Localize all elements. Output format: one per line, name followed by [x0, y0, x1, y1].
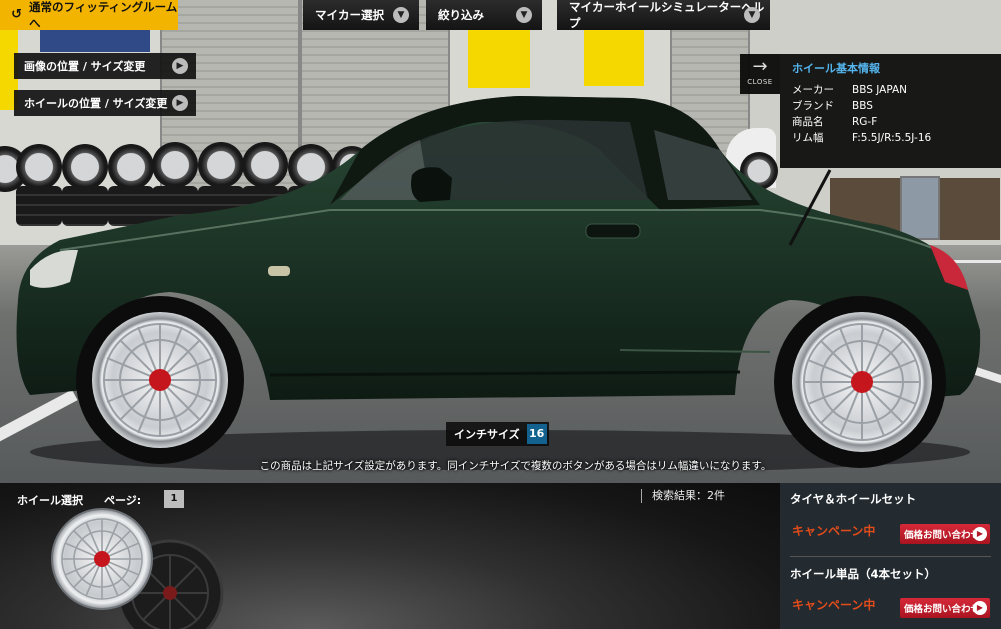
- info-key: 商品名: [792, 116, 824, 128]
- wheel-select-area: ホイール選択 ページ: 1 検索結果：2件: [0, 483, 780, 629]
- chevron-down-icon: ▼: [744, 7, 760, 23]
- chevron-down-icon: ▼: [516, 7, 532, 23]
- set-title: タイヤ＆ホイールセット: [790, 492, 917, 506]
- single-price-inquiry-button[interactable]: 価格お問い合わせ ▶: [900, 598, 990, 618]
- info-key: メーカー: [792, 84, 834, 96]
- size-notice: この商品は上記サイズ設定があります。同インチサイズで複数のボタンがある場合はリム…: [259, 460, 772, 472]
- background-sign: [468, 22, 530, 88]
- wheel-info-panel: ホイール基本情報 メーカー BBS JAPAN ブランド BBS 商品名 RG-…: [780, 54, 1001, 168]
- info-close-button[interactable]: → CLOSE: [740, 54, 780, 94]
- single-price-inquiry-label: 価格お問い合わせ: [904, 604, 981, 615]
- fitting-room-label: 通常のフィッティングルームへ: [29, 0, 178, 30]
- divider: [790, 556, 991, 557]
- fitting-room-button[interactable]: ↺ 通常のフィッティングルームへ: [0, 0, 178, 30]
- chevron-down-icon: ▼: [393, 7, 409, 23]
- search-results-count: 検索結果：2件: [641, 489, 725, 503]
- tire-wheel-set-section: タイヤ＆ホイールセット キャンペーン中 価格お問い合わせ ▶: [790, 491, 991, 544]
- info-row-maker: メーカー BBS JAPAN: [792, 82, 989, 98]
- info-value: F:5.5J/R:5.5J-16: [852, 132, 932, 144]
- single-campaign: キャンペーン中: [792, 598, 876, 612]
- wheel-position-label: ホイールの位置 / サイズ変更: [24, 97, 168, 110]
- inch-size-button[interactable]: 16: [526, 424, 547, 444]
- chevron-right-icon: ▶: [973, 601, 987, 615]
- inch-size-label: インチサイズ: [454, 428, 520, 441]
- info-value: BBS JAPAN: [852, 84, 908, 96]
- wheel-single-section: ホイール単品（4本セット） キャンペーン中 価格お問い合わせ ▶: [790, 566, 991, 618]
- filter-button[interactable]: 絞り込み ▼: [426, 0, 542, 30]
- wheel-select-label: ホイール選択: [17, 494, 83, 507]
- page-label: ページ:: [104, 494, 142, 507]
- wheel-info-title: ホイール基本情報: [792, 62, 880, 75]
- filter-label: 絞り込み: [438, 8, 484, 22]
- arrow-right-icon: →: [752, 56, 768, 77]
- single-title: ホイール単品（4本セット）: [790, 567, 937, 581]
- my-car-select-label: マイカー選択: [315, 8, 384, 22]
- info-key: リム幅: [792, 132, 824, 144]
- image-position-button[interactable]: 画像の位置 / サイズ変更 ▶: [14, 53, 196, 79]
- info-row-product: 商品名 RG-F: [792, 114, 989, 130]
- help-label: マイカーホイールシミュレーターヘルプ: [569, 0, 765, 30]
- wheel-position-button[interactable]: ホイールの位置 / サイズ変更 ▶: [14, 90, 196, 116]
- set-price-inquiry-button[interactable]: 価格お問い合わせ ▶: [900, 524, 990, 544]
- help-button[interactable]: マイカーホイールシミュレーターヘルプ ▼: [557, 0, 770, 30]
- info-value: BBS: [852, 100, 873, 112]
- info-value: RG-F: [852, 116, 878, 128]
- my-car-select-button[interactable]: マイカー選択 ▼: [303, 0, 419, 30]
- chevron-right-icon: ▶: [172, 95, 188, 111]
- image-position-label: 画像の位置 / サイズ変更: [24, 60, 146, 73]
- close-label: CLOSE: [747, 78, 773, 86]
- price-panel: タイヤ＆ホイールセット キャンペーン中 価格お問い合わせ ▶ ホイール単品（4本…: [780, 483, 1001, 629]
- inch-size-selector: インチサイズ 16: [446, 422, 549, 446]
- set-price-inquiry-label: 価格お問い合わせ: [904, 530, 981, 541]
- set-campaign: キャンペーン中: [792, 524, 876, 538]
- info-row-rim-width: リム幅 F:5.5J/R:5.5J-16: [792, 130, 989, 146]
- wheel-thumbnail-1[interactable]: [48, 507, 228, 629]
- info-row-brand: ブランド BBS: [792, 98, 989, 114]
- chevron-right-icon: ▶: [172, 58, 188, 74]
- page-1-button[interactable]: 1: [164, 490, 184, 508]
- chevron-right-icon: ▶: [973, 527, 987, 541]
- u-turn-icon: ↺: [11, 7, 22, 22]
- info-key: ブランド: [792, 100, 834, 112]
